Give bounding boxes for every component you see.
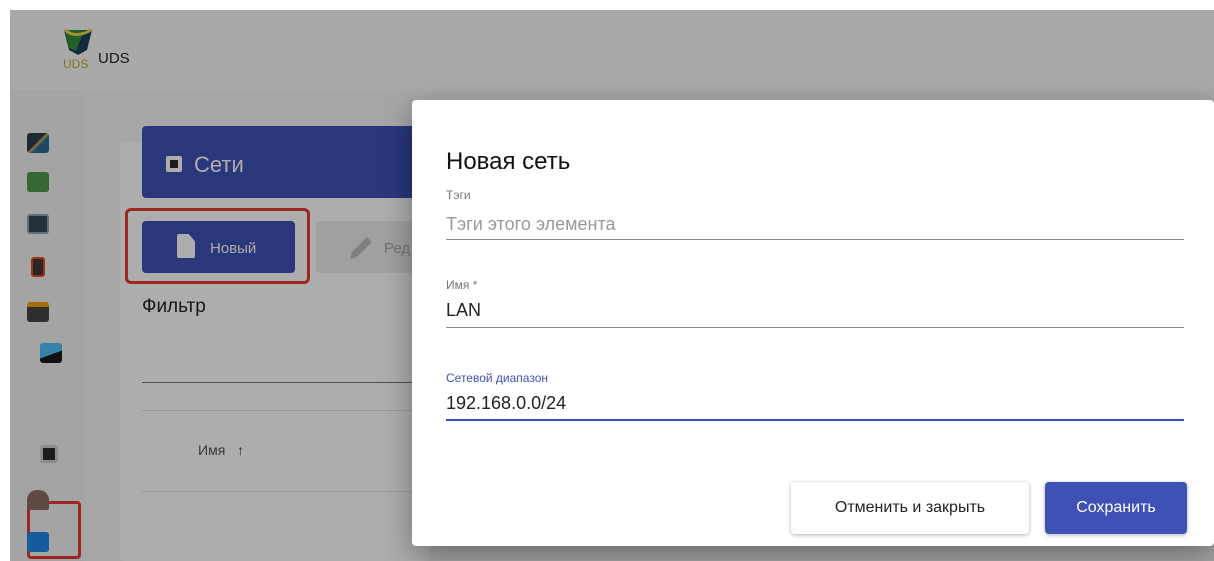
name-input[interactable]: [446, 300, 1182, 321]
network-range-label: Сетевой диапазон: [446, 371, 549, 385]
name-label: Имя *: [446, 278, 478, 292]
tags-input[interactable]: [446, 214, 1182, 235]
name-input-underline: [446, 327, 1184, 328]
tags-input-underline: [446, 239, 1184, 240]
save-button[interactable]: Сохранить: [1045, 482, 1187, 534]
dialog-title: Новая сеть: [446, 148, 571, 175]
new-network-dialog: Новая сеть Тэги Имя * Сетевой диапазон О…: [412, 100, 1214, 546]
network-range-input-underline: [446, 419, 1184, 421]
cancel-close-button[interactable]: Отменить и закрыть: [791, 482, 1029, 534]
app-window: UDS UDS Сети Новый Ред Фильтр Имя ↑ Нова…: [10, 10, 1214, 561]
network-range-input[interactable]: [446, 393, 1182, 414]
tags-label: Тэги: [446, 188, 471, 202]
